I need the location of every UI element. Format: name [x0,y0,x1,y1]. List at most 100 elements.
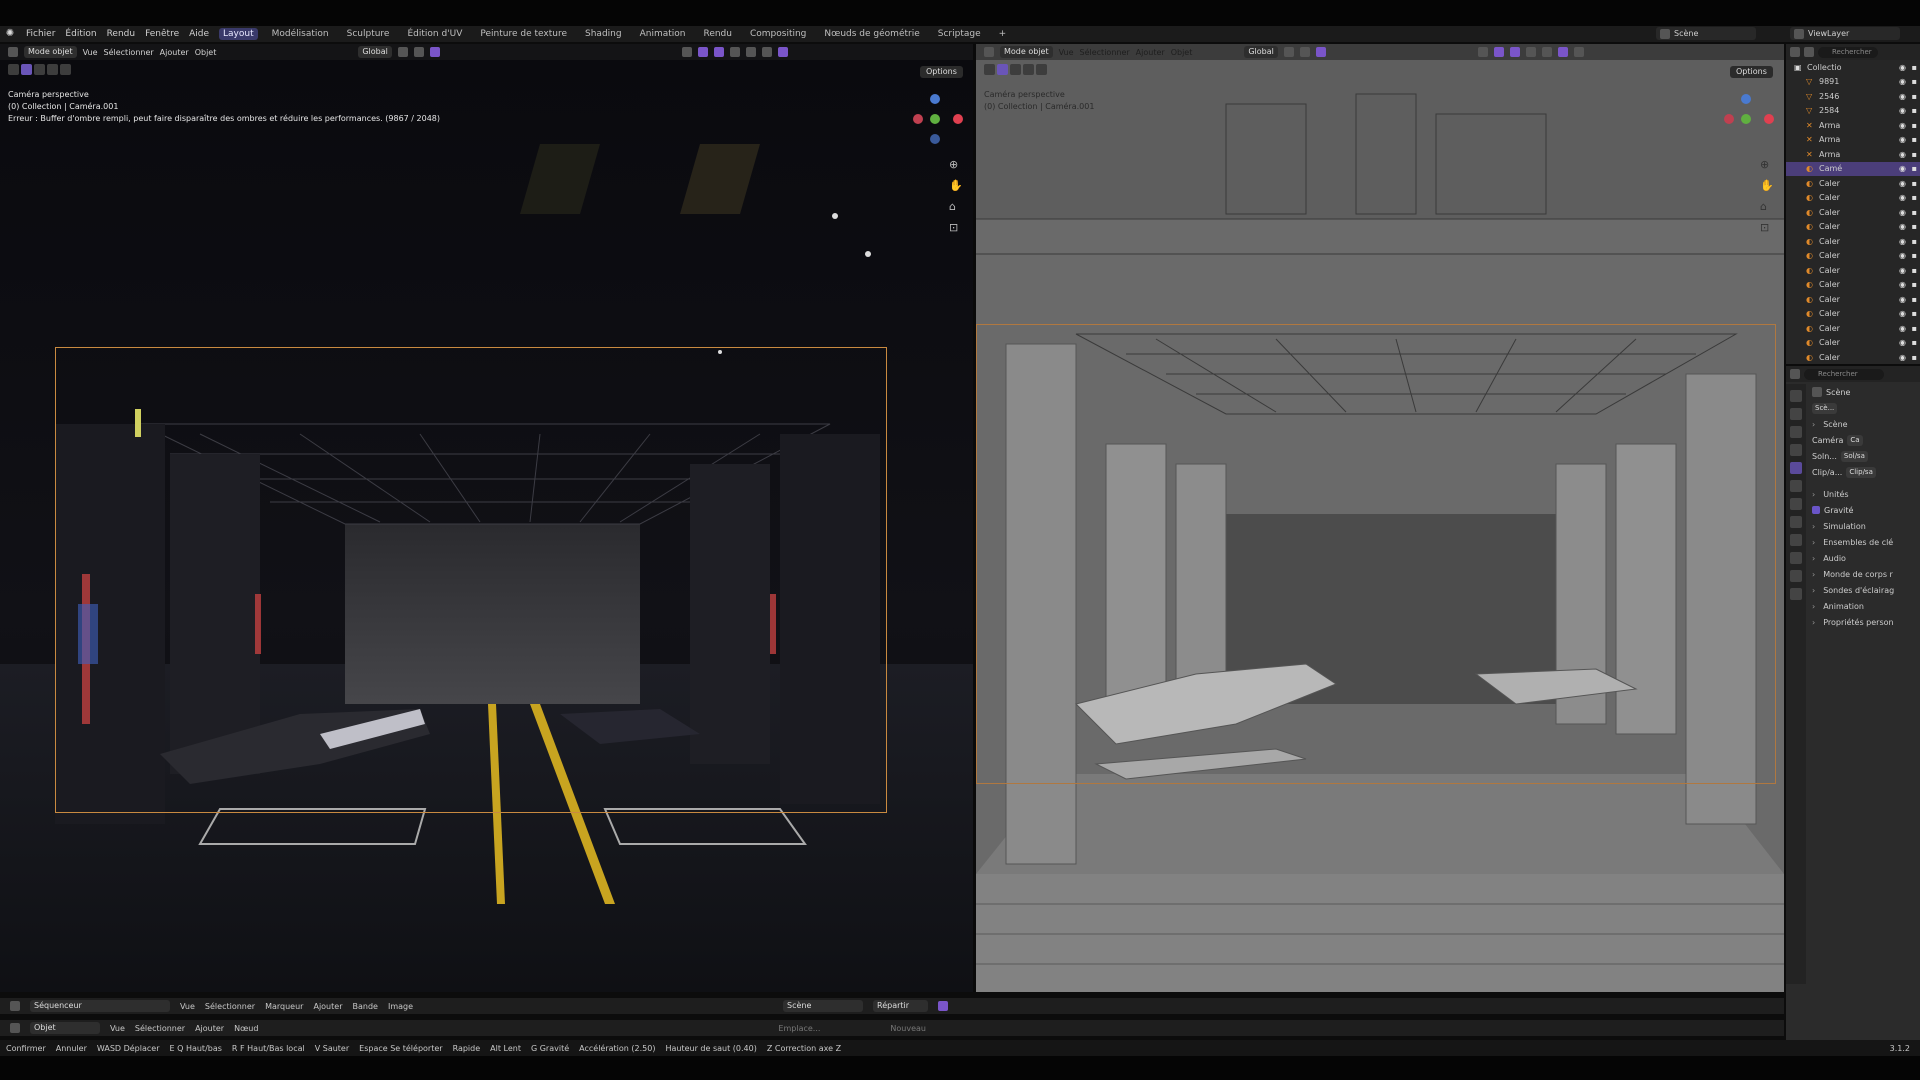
eye-icon[interactable]: ◉ [1899,135,1906,144]
render-icon[interactable]: ▪ [1912,222,1917,231]
tab-scripting[interactable]: Scriptage [934,28,985,40]
eye-icon[interactable]: ◉ [1899,164,1906,173]
sequencer-mode-dropdown[interactable]: Répartir [873,1000,929,1012]
menu-marker[interactable]: Marqueur [265,1002,303,1011]
view-layer-tab-icon[interactable] [1790,444,1802,456]
eye-icon[interactable]: ◉ [1899,63,1906,72]
view-layer-selector[interactable]: ViewLayer [1790,27,1900,40]
eye-icon[interactable]: ◉ [1899,121,1906,130]
outliner-row[interactable]: ◐ Caler ◉ ▪ [1786,350,1920,364]
eye-icon[interactable]: ◉ [1899,353,1906,362]
tab-animation[interactable]: Animation [636,28,690,40]
pan-hand-icon[interactable]: ✋ [949,179,963,192]
outliner-row[interactable]: ◐ Caler ◉ ▪ [1786,234,1920,249]
viewport-solid[interactable]: Mode objet Vue Sélectionner Ajouter Obje… [976,44,1784,992]
xray-icon[interactable] [1525,47,1536,57]
render-icon[interactable]: ▪ [1912,164,1917,173]
outliner-row[interactable]: ▽ 2546 ◉ ▪ [1786,89,1920,104]
editor-type-icon[interactable] [10,1001,20,1011]
editor-type-icon[interactable] [984,47,994,57]
outliner-row[interactable]: ✕ Arma ◉ ▪ [1786,118,1920,133]
visibility-icon[interactable] [1477,47,1488,57]
eye-icon[interactable]: ◉ [1899,193,1906,202]
lock-icon[interactable]: ⊡ [1760,221,1774,234]
outliner-row[interactable]: ▽ 9891 ◉ ▪ [1786,75,1920,90]
options-button[interactable]: Options [920,66,963,78]
tab-sculpting[interactable]: Sculpture [343,28,394,40]
outliner-row[interactable]: ◐ Caler ◉ ▪ [1786,321,1920,336]
menu-add[interactable]: Ajouter [160,48,189,57]
section-scene[interactable]: Scène [1808,416,1918,432]
outliner-row[interactable]: ◐ Camé ◉ ▪ [1786,161,1920,176]
section-animation[interactable]: Animation [1808,598,1918,614]
select-extend-icon[interactable] [34,64,45,75]
select-subtract-icon[interactable] [47,64,58,75]
camera-view-icon[interactable]: ⌂ [1760,200,1774,213]
outliner-row[interactable]: ◐ Caler ◉ ▪ [1786,307,1920,322]
snap-icon[interactable] [1299,47,1310,57]
outliner-row[interactable]: ◐ Caler ◉ ▪ [1786,263,1920,278]
outliner-row[interactable]: ◐ Caler ◉ ▪ [1786,191,1920,206]
eye-icon[interactable]: ◉ [1899,309,1906,318]
section-gravity[interactable]: Gravité [1808,502,1918,518]
lock-icon[interactable]: ⊡ [949,221,963,234]
blender-logo-icon[interactable]: ✺ [4,28,16,40]
shading-wire-icon[interactable] [745,47,756,57]
menu-render[interactable]: Rendu [107,29,136,39]
outliner-row[interactable]: ◐ Caler ◉ ▪ [1786,336,1920,351]
render-icon[interactable]: ▪ [1912,92,1917,101]
shading-rendered-icon[interactable] [777,47,788,57]
orientation-dropdown[interactable]: Global [358,46,392,58]
select-box-icon[interactable] [21,64,32,75]
xray-icon[interactable] [729,47,740,57]
outliner-row[interactable]: ◐ Caler ◉ ▪ [1786,249,1920,264]
select-tool-icon[interactable] [984,64,995,75]
render-icon[interactable]: ▪ [1912,295,1917,304]
collection-tab-icon[interactable] [1790,498,1802,510]
orientation-dropdown[interactable]: Global [1244,46,1278,58]
pivot-icon[interactable] [397,47,408,57]
menu-select[interactable]: Sélectionner [135,1024,185,1033]
render-icon[interactable]: ▪ [1912,338,1917,347]
modifier-tab-icon[interactable] [1790,534,1802,546]
tool-tab-icon[interactable] [1790,390,1802,402]
render-icon[interactable]: ▪ [1912,353,1917,362]
eye-icon[interactable]: ◉ [1899,237,1906,246]
outliner-row[interactable]: ✕ Arma ◉ ▪ [1786,133,1920,148]
new-button[interactable]: Nouveau [890,1024,926,1033]
world-tab-icon[interactable] [1790,480,1802,492]
gizmo-x-axis[interactable] [953,114,963,124]
section-custom-properties[interactable]: Propriétés person [1808,614,1918,630]
shading-solid-icon[interactable] [1557,47,1568,57]
slot-field[interactable]: Emplace... [778,1024,820,1033]
section-simulation[interactable]: Simulation [1808,518,1918,534]
render-icon[interactable]: ▪ [1912,280,1917,289]
gizmo-y-axis[interactable] [1741,114,1751,124]
render-icon[interactable]: ▪ [1912,324,1917,333]
tab-geometry-nodes[interactable]: Nœuds de géométrie [820,28,923,40]
outliner-row[interactable]: ▽ 2584 ◉ ▪ [1786,104,1920,119]
outliner-row[interactable]: ◐ Caler ◉ ▪ [1786,176,1920,191]
render-icon[interactable]: ▪ [1912,251,1917,260]
gizmo-neg-x-axis[interactable] [1724,114,1734,124]
viewport-rendered[interactable]: Mode objet Vue Sélectionner Ajouter Obje… [0,44,973,992]
menu-view[interactable]: Vue [180,1002,195,1011]
section-keying-sets[interactable]: Ensembles de clé [1808,534,1918,550]
render-tab-icon[interactable] [1790,408,1802,420]
render-icon[interactable]: ▪ [1912,237,1917,246]
render-icon[interactable]: ▪ [1912,150,1917,159]
gizmo-neg-x-axis[interactable] [913,114,923,124]
gizmo-z-axis[interactable] [930,94,940,104]
select-subtract-icon[interactable] [1023,64,1034,75]
zoom-icon[interactable]: ⊕ [949,158,963,171]
physics-tab-icon[interactable] [1790,552,1802,564]
overlay-icon[interactable] [1509,47,1520,57]
eye-icon[interactable]: ◉ [1899,179,1906,188]
tab-uv-editing[interactable]: Édition d'UV [403,28,466,40]
menu-object[interactable]: Objet [1171,48,1193,57]
navigation-gizmo[interactable] [905,92,965,152]
menu-strip[interactable]: Bande [352,1002,377,1011]
eye-icon[interactable]: ◉ [1899,106,1906,115]
gizmo-x-axis[interactable] [1764,114,1774,124]
eye-icon[interactable]: ◉ [1899,208,1906,217]
